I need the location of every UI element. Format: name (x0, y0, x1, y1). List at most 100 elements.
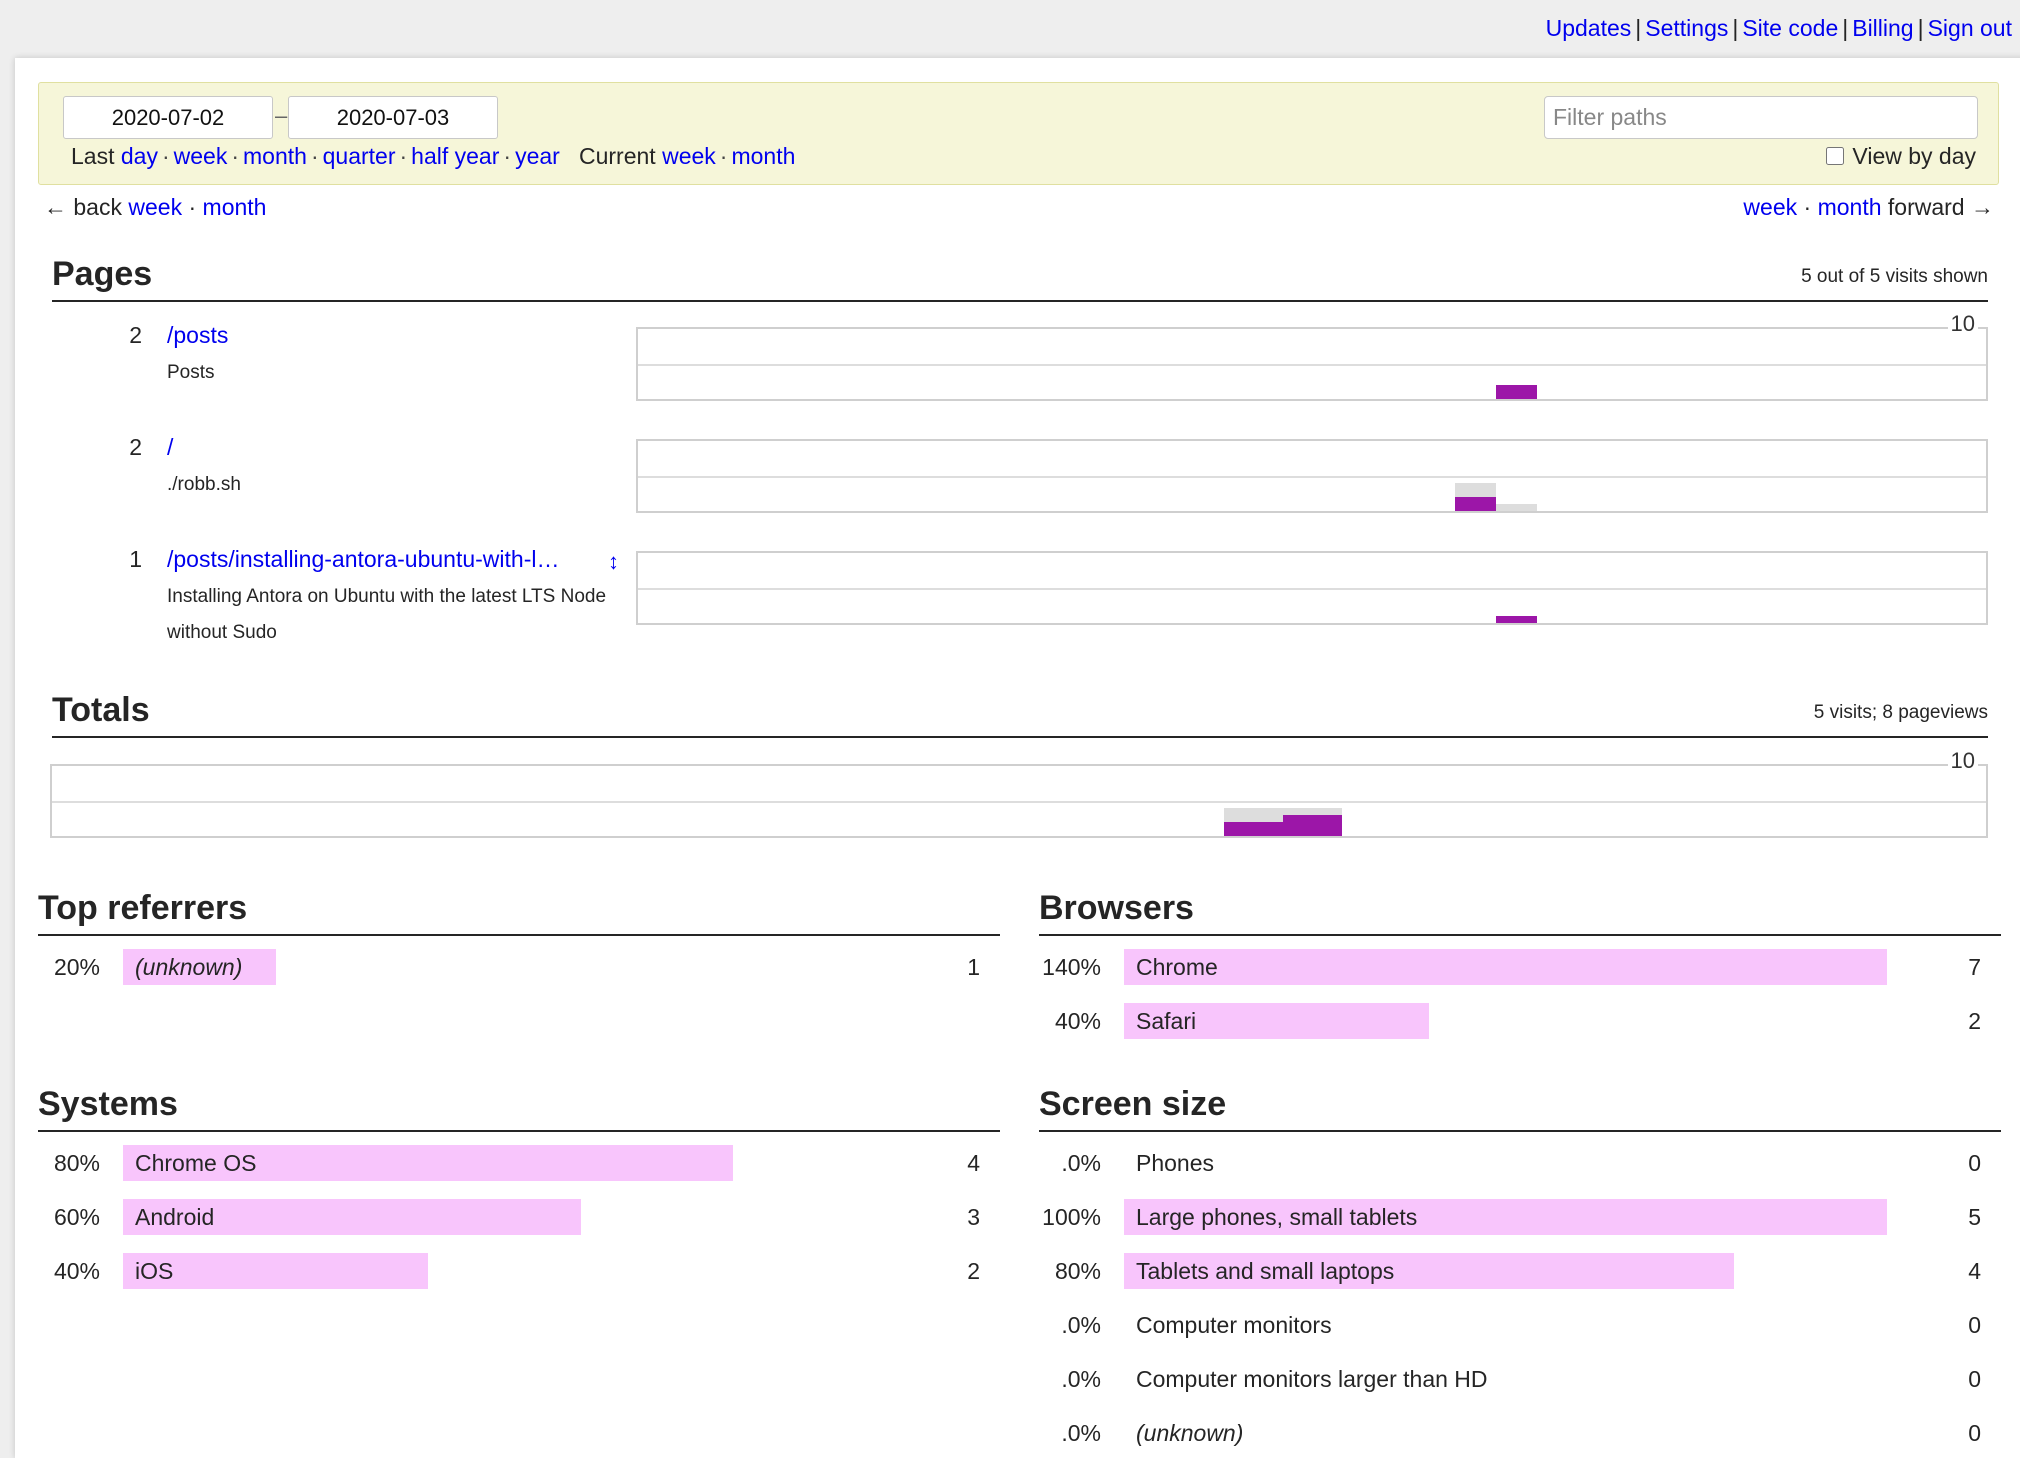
forward-nav: week · month forward → (1743, 194, 1994, 220)
end-date-input[interactable] (288, 96, 498, 139)
chart-bar-visits[interactable] (1495, 616, 1537, 623)
filter-paths-input[interactable] (1544, 96, 1978, 139)
stat-label: Tablets and small laptops (1136, 1258, 1395, 1284)
forward-label: forward (1887, 194, 1965, 220)
view-by-day-toggle[interactable]: View by day (1826, 138, 1976, 174)
page-path-link[interactable]: / (167, 431, 173, 463)
totals-header: Totals 5 visits; 8 pageviews (52, 690, 1988, 738)
chart-bar-visits[interactable] (1224, 822, 1284, 836)
date-range-dash: – (275, 103, 288, 128)
chart-bar-pageviews[interactable] (1495, 504, 1537, 511)
last-label: Last (71, 143, 115, 169)
stat-count: 0 (1968, 1150, 1981, 1176)
last-day-link[interactable]: day (121, 143, 158, 169)
stat-label: iOS (135, 1258, 174, 1284)
start-date-input[interactable] (63, 96, 273, 139)
back-label: back (73, 194, 122, 220)
pages-visits-shown: 5 out of 5 visits shown (1801, 266, 1988, 287)
stat-row[interactable]: .0% (unknown) 0 (1039, 1415, 2001, 1451)
current-month-link[interactable]: month (731, 143, 795, 169)
expand-title-icon[interactable]: ↕ (608, 549, 619, 575)
pages-title: Pages (52, 255, 153, 293)
back-month-link[interactable]: month (203, 194, 267, 220)
stat-label: Android (135, 1204, 215, 1230)
stat-percent: 60% (53, 1204, 100, 1230)
nav-separator: | (1842, 15, 1849, 41)
page-title: Installing Antora on Ubuntu with the lat… (167, 586, 607, 643)
systems-title: Systems (38, 1085, 178, 1123)
back-nav: ← back week · month (44, 194, 267, 220)
current-week-link[interactable]: week (662, 143, 716, 169)
chart-bar-visits[interactable] (1454, 497, 1496, 511)
stat-row[interactable]: .0% Computer monitors 0 (1039, 1307, 2001, 1343)
page-title: Posts (167, 362, 215, 383)
stat-row[interactable]: 60% Android 3 (38, 1199, 1000, 1235)
page-chart-posts: 10 (636, 311, 1988, 401)
page-path-link[interactable]: /posts/installing-antora-ubuntu-with-l… (167, 543, 559, 575)
screen-size-title: Screen size (1039, 1085, 1227, 1123)
updates-link[interactable]: Updates (1546, 15, 1632, 41)
current-label: Current (578, 143, 656, 169)
chart-gridline (638, 476, 1986, 478)
billing-link[interactable]: Billing (1852, 15, 1913, 41)
site-code-link[interactable]: Site code (1742, 15, 1838, 41)
settings-link[interactable]: Settings (1645, 15, 1728, 41)
stat-row[interactable]: 40% Safari 2 (1039, 1003, 2001, 1039)
stat-count: 0 (1968, 1312, 1981, 1338)
chart-gridline (638, 588, 1986, 590)
forward-month-link[interactable]: month (1818, 194, 1882, 220)
systems-header: Systems (38, 1084, 1000, 1132)
page-title: ./robb.sh (167, 474, 241, 495)
stat-percent: 140% (1042, 954, 1101, 980)
stat-percent: 80% (53, 1150, 100, 1176)
back-week-link[interactable]: week (128, 194, 182, 220)
chart-bar-visits[interactable] (1282, 815, 1342, 836)
period-filter-box: – Last day·week·month·quarter·half year·… (38, 82, 1999, 185)
stat-count: 3 (967, 1204, 980, 1230)
stat-count: 1 (967, 954, 980, 980)
page-count: 2 (129, 322, 142, 348)
page-count: 1 (129, 546, 142, 572)
totals-title: Totals (52, 691, 150, 729)
stat-row[interactable]: 140% Chrome 7 (1039, 949, 2001, 985)
chart-bar-visits[interactable] (1495, 385, 1537, 399)
last-half-year-link[interactable]: half year (411, 143, 499, 169)
chart-max-label: 10 (1947, 748, 1978, 774)
stat-row[interactable]: .0% Phones 0 (1039, 1145, 2001, 1181)
forward-week-link[interactable]: week (1743, 194, 1797, 220)
back-arrow-icon: ← (44, 194, 67, 220)
stat-label: Chrome OS (135, 1150, 257, 1176)
stat-percent: .0% (1061, 1366, 1101, 1392)
page-count: 2 (129, 434, 142, 460)
view-by-day-checkbox[interactable] (1826, 147, 1845, 165)
last-quarter-link[interactable]: quarter (323, 143, 396, 169)
stat-row[interactable]: .0% Computer monitors larger than HD 0 (1039, 1361, 2001, 1397)
stat-bar (1124, 949, 1887, 985)
stat-row[interactable]: 20% (unknown) 1 (38, 949, 1000, 985)
last-month-link[interactable]: month (243, 143, 307, 169)
stat-percent: 80% (1054, 1258, 1101, 1284)
nav-separator: | (1635, 15, 1642, 41)
stat-row[interactable]: 40% iOS 2 (38, 1253, 1000, 1289)
stat-row[interactable]: 80% Tablets and small laptops 4 (1039, 1253, 2001, 1289)
stat-label: Safari (1136, 1008, 1197, 1034)
stat-count: 4 (967, 1150, 980, 1176)
stat-row[interactable]: 100% Large phones, small tablets 5 (1039, 1199, 2001, 1235)
sign-out-link[interactable]: Sign out (1928, 15, 2012, 41)
browsers-title: Browsers (1039, 889, 1194, 927)
stat-percent: 40% (1054, 1008, 1101, 1034)
chart-max-label: 10 (1947, 311, 1978, 337)
stat-count: 5 (1968, 1204, 1981, 1230)
stat-percent: .0% (1061, 1312, 1101, 1338)
stat-percent: .0% (1061, 1150, 1101, 1176)
last-week-link[interactable]: week (174, 143, 228, 169)
stat-count: 0 (1968, 1420, 1981, 1446)
top-nav: Updates | Settings | Site code | Billing | Sign … (1546, 12, 2012, 44)
stat-percent: 20% (53, 954, 100, 980)
browsers-header: Browsers (1039, 888, 2001, 936)
page-path-link[interactable]: /posts (167, 319, 228, 351)
screen-size-header: Screen size (1039, 1084, 2001, 1132)
last-year-link[interactable]: year (515, 143, 560, 169)
stat-row[interactable]: 80% Chrome OS 4 (38, 1145, 1000, 1181)
stat-count: 4 (1968, 1258, 1981, 1284)
